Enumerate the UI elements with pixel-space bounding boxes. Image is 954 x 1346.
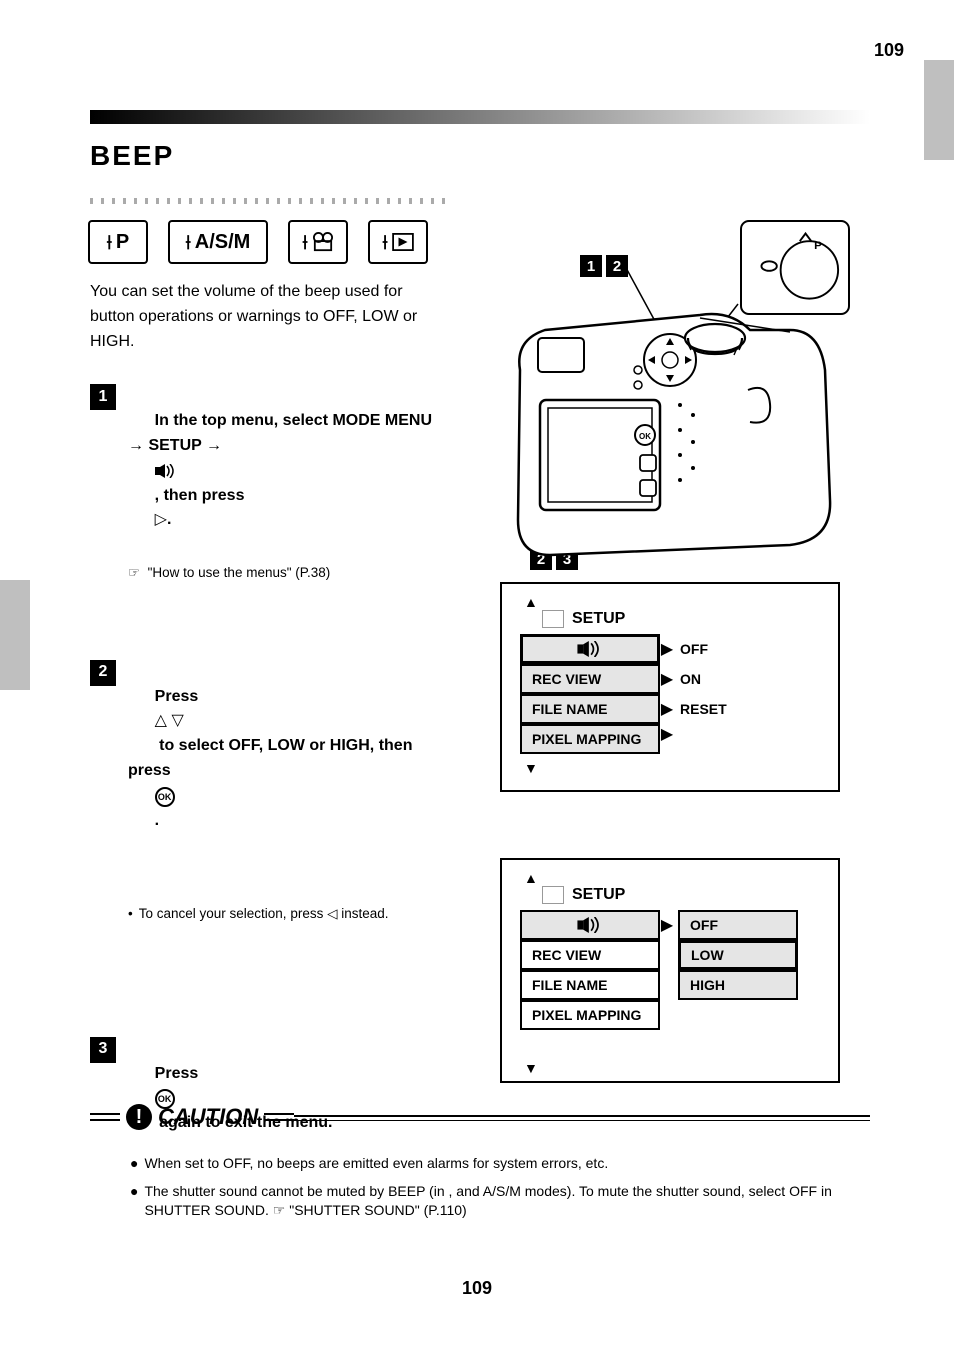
svg-text:OK: OK xyxy=(639,432,651,441)
menu2-tab: SETUP xyxy=(572,886,625,904)
step2-note: •To cancel your selection, press ◁ inste… xyxy=(128,905,450,923)
page-number-top: 109 xyxy=(874,40,904,61)
step-number-3: 3 xyxy=(90,1037,116,1063)
right-outline-icon: ▷ xyxy=(155,511,167,528)
menu1-item-1[interactable]: REC VIEW xyxy=(520,664,660,694)
menu1-val-2: RESET xyxy=(674,694,727,724)
menu2-item-beep[interactable] xyxy=(520,910,660,940)
step-2: 2 Press △ ▽ to select OFF, LOW or HIGH, … xyxy=(90,660,450,1009)
step1-text-a: In the top menu, select MODE MENU → SETU… xyxy=(128,412,436,454)
menu1-val-1: ON xyxy=(674,664,701,694)
mode-dial-row: ⟊P ⟊A/S/M ⟊ ⟊ xyxy=(88,220,428,264)
caution-header: ! CAUTION xyxy=(90,1104,870,1130)
svg-text:P: P xyxy=(814,240,822,252)
movie-icon xyxy=(312,232,334,252)
step1-text-b: , then press xyxy=(155,487,249,504)
menu2-right-1[interactable]: LOW xyxy=(678,940,798,970)
step3-text-a: Press xyxy=(155,1065,203,1082)
camera-figure: 1 2 2 3 P OK xyxy=(490,220,850,570)
menu2-right-0[interactable]: OFF xyxy=(678,910,798,940)
caution-bullet-1: ●When set to OFF, no beeps are emitted e… xyxy=(130,1154,870,1174)
menu-panel-2: ▲ SETUP REC VIEW FILE NAME PIXEL MAPPING… xyxy=(500,858,840,1083)
step-number-2: 2 xyxy=(90,660,116,686)
right-caret-icon: ▶ xyxy=(660,694,674,724)
dial-icon-p: ⟊P xyxy=(88,220,148,264)
step-3: 3 Press OK again to exit the menu. xyxy=(90,1037,450,1161)
right-caret-icon: ▶ xyxy=(660,664,674,694)
menu1-tab: SETUP xyxy=(572,610,625,628)
step2-text-b: to select OFF, LOW or HIGH, then press xyxy=(128,737,417,779)
menu1-val-0: OFF xyxy=(674,634,708,664)
ok-icon: OK xyxy=(155,787,175,807)
menu1-item-3[interactable]: PIXEL MAPPING xyxy=(520,724,660,754)
menu2-item-1[interactable]: REC VIEW xyxy=(520,940,660,970)
step2-text-a: Press xyxy=(155,688,203,705)
page-number-bottom: 109 xyxy=(462,1278,492,1299)
dial-icon-asm: ⟊A/S/M xyxy=(168,220,268,264)
beep-icon xyxy=(577,641,603,657)
caution-bullet-2: ●The shutter sound cannot be muted by BE… xyxy=(130,1182,870,1221)
menu1-item-2[interactable]: FILE NAME xyxy=(520,694,660,724)
side-tab-left xyxy=(0,580,30,690)
caution-body: ●When set to OFF, no beeps are emitted e… xyxy=(130,1150,870,1229)
side-tab-right xyxy=(924,60,954,160)
scroll-up-icon: ▲ xyxy=(524,594,826,610)
dotted-rule xyxy=(90,198,450,204)
dial-icon-play: ⟊ xyxy=(368,220,428,264)
right-caret-icon: ▶ xyxy=(660,634,674,664)
zoom-inset: P xyxy=(740,220,850,315)
menu2-right-2[interactable]: HIGH xyxy=(678,970,798,1000)
scroll-down-icon: ▼ xyxy=(524,760,826,776)
right-caret-icon: ▶ xyxy=(660,724,674,744)
menu2-item-2[interactable]: FILE NAME xyxy=(520,970,660,1000)
menu-panel-1: ▲ SETUP REC VIEW FILE NAME PIXEL MAPPING… xyxy=(500,582,840,792)
intro-text: You can set the volume of the beep used … xyxy=(90,280,450,354)
menu2-item-3[interactable]: PIXEL MAPPING xyxy=(520,1000,660,1030)
caution-label: CAUTION xyxy=(158,1104,258,1130)
step1-ref: ☞ "How to use the menus" (P.38) xyxy=(128,564,450,582)
up-outline-icon: △ xyxy=(155,712,167,729)
caution-icon: ! xyxy=(126,1104,152,1130)
step-number-1: 1 xyxy=(90,384,116,410)
header-rule xyxy=(90,110,870,124)
scroll-up-icon: ▲ xyxy=(524,870,826,886)
right-caret-icon: ▶ xyxy=(660,910,674,940)
step2-text-c: . xyxy=(155,812,159,829)
playback-icon xyxy=(392,233,414,251)
step-1: 1 In the top menu, select MODE MENU → SE… xyxy=(90,384,450,631)
menu1-item-beep[interactable] xyxy=(520,634,660,664)
beep-icon xyxy=(577,917,603,933)
beep-icon xyxy=(155,462,177,479)
scroll-down-icon: ▼ xyxy=(524,1060,826,1076)
page-title: BEEP xyxy=(90,140,174,172)
dial-icon-movie: ⟊ xyxy=(288,220,348,264)
down-outline-icon: ▽ xyxy=(171,712,183,729)
